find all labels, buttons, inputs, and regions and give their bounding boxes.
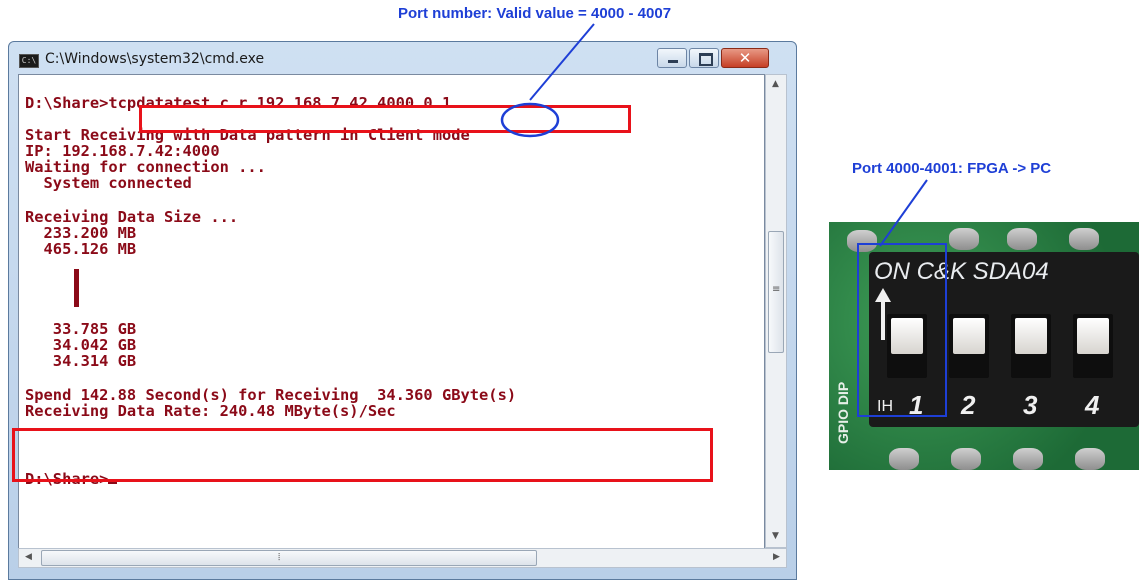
pin: [949, 228, 979, 250]
pin: [889, 448, 919, 470]
port-number-annotation: Port number: Valid value = 4000 - 4007: [398, 5, 672, 22]
horizontal-scrollbar[interactable]: ◀ ⦙ ▶: [18, 548, 787, 568]
switch-knob: [953, 318, 985, 354]
pcb-label: GPIO DIP: [835, 381, 851, 444]
switch-knob: [1077, 318, 1109, 354]
switch-slot: [1011, 314, 1051, 378]
console-line-summary: Spend 142.88 Second(s) for Receiving 34.…: [25, 386, 517, 404]
window-title: C:\Windows\system32\cmd.exe: [45, 51, 265, 67]
title-bar[interactable]: C:\ C:\Windows\system32\cmd.exe ✕: [9, 42, 796, 72]
pin: [1069, 228, 1099, 250]
console-line: Waiting for connection ...: [25, 158, 266, 176]
switch-slot: [949, 314, 989, 378]
console-output[interactable]: D:\Share>tcpdatatest c r 192.168.7.42 40…: [18, 74, 765, 566]
console-line: 233.200 MB: [25, 224, 137, 242]
command-highlight: [139, 105, 631, 133]
maximize-icon: [699, 53, 713, 66]
console-line: 34.314 GB: [25, 352, 137, 370]
cmd-icon: C:\: [19, 54, 39, 68]
console-line: IP: 192.168.7.42:4000: [25, 142, 220, 160]
console-line: 465.126 MB: [25, 240, 137, 258]
scroll-down-icon[interactable]: ▼: [772, 531, 779, 541]
close-icon: ✕: [738, 49, 752, 67]
pin: [1013, 448, 1043, 470]
pin: [1007, 228, 1037, 250]
vertical-scrollbar[interactable]: ▲ ≡ ▼: [765, 74, 787, 548]
minimize-button[interactable]: [657, 48, 687, 68]
position-number: 2: [961, 390, 976, 420]
scroll-left-icon[interactable]: ◀: [25, 552, 32, 562]
console-line: System connected: [25, 174, 192, 192]
console-line: 34.042 GB: [25, 336, 137, 354]
switch-knob: [1015, 318, 1047, 354]
result-highlight: [12, 428, 713, 482]
console-line: Receiving Data Size ...: [25, 208, 239, 226]
switch-1-highlight: [857, 243, 947, 417]
ellipsis-bar: [74, 269, 79, 307]
pin: [1075, 448, 1105, 470]
switch-slot: [1073, 314, 1113, 378]
close-button[interactable]: ✕: [721, 48, 769, 68]
grip-icon: ≡: [772, 284, 781, 295]
scroll-up-icon[interactable]: ▲: [772, 79, 779, 89]
horizontal-scroll-thumb[interactable]: ⦙: [41, 550, 537, 566]
minimize-icon: [668, 60, 678, 63]
position-number: 4: [1085, 390, 1100, 420]
vertical-scroll-thumb[interactable]: ≡: [768, 231, 784, 353]
port-direction-annotation: Port 4000-4001: FPGA -> PC: [852, 160, 1052, 177]
scroll-right-icon[interactable]: ▶: [773, 552, 780, 562]
console-line-rate: Receiving Data Rate: 240.48 MByte(s)/Sec: [25, 402, 396, 420]
pin: [951, 448, 981, 470]
position-number: 3: [1023, 390, 1038, 420]
console-line: 33.785 GB: [25, 320, 137, 338]
grip-icon: ⦙: [278, 552, 281, 563]
maximize-button[interactable]: [689, 48, 719, 68]
